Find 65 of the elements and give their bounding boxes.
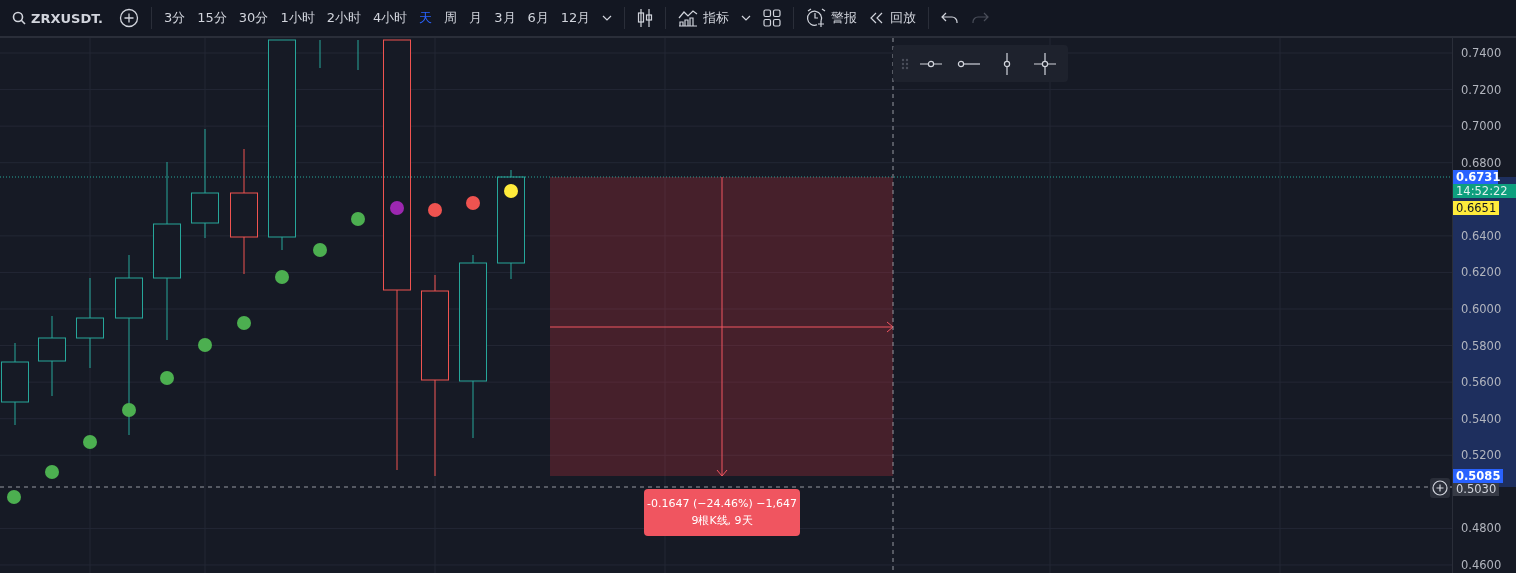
interval-tab[interactable]: 15分 — [191, 4, 233, 32]
interval-tab[interactable]: 30分 — [232, 4, 275, 32]
indicator-dot — [198, 338, 212, 352]
interval-tab[interactable]: 6月 — [521, 4, 555, 32]
price-tick-label: 0.5200 — [1461, 447, 1502, 464]
range-low-label: 0.5085 — [1453, 469, 1504, 483]
plus-circle-icon — [119, 8, 139, 28]
indicator-dot — [428, 203, 442, 217]
price-tick-label: 0.5600 — [1461, 374, 1502, 391]
indicator-dot — [313, 243, 327, 257]
price-tick-label: 0.5800 — [1461, 337, 1502, 354]
price-tick-label: 0.6000 — [1461, 301, 1502, 317]
chevron-down-icon — [602, 15, 613, 21]
indicator-dot — [466, 196, 480, 210]
indicator-dot — [83, 435, 97, 449]
indicator-dot — [7, 490, 21, 504]
price-tick-label: 0.7400 — [1461, 45, 1502, 61]
price-tick-label: 0.4800 — [1461, 520, 1502, 537]
candlestick-icon — [637, 8, 654, 28]
price-tick-label: 0.7000 — [1461, 118, 1502, 135]
price-change-text: -0.1647 (−24.46%) −1,647 — [647, 497, 797, 510]
bar-span-text: 9根K线, 9天 — [691, 513, 753, 528]
replay-button[interactable]: 回放 — [863, 4, 923, 32]
price-tick-label: 0.7200 — [1461, 81, 1502, 98]
interval-tab[interactable]: 月 — [463, 4, 489, 32]
price-tick-label: 0.6200 — [1461, 264, 1502, 281]
vertical-line-icon — [1003, 51, 1011, 76]
indicator-dot — [390, 201, 404, 215]
redo-icon — [971, 12, 990, 24]
interval-tab[interactable]: 1小时 — [274, 4, 321, 32]
indicator-dot — [237, 316, 251, 330]
interval-tab[interactable]: 2小时 — [320, 4, 367, 32]
plus-circle-icon — [1432, 480, 1448, 496]
chevron-down-icon — [741, 15, 752, 21]
drag-handle-icon[interactable] — [901, 57, 909, 70]
interval-tab[interactable]: 天 — [413, 4, 439, 32]
price-tick-label: 0.5400 — [1461, 410, 1502, 427]
interval-tab[interactable]: 3月 — [488, 4, 522, 32]
indicator-price-label: 0.6651 — [1453, 201, 1500, 215]
interval-tab[interactable]: 4小时 — [366, 4, 414, 32]
interval-tab[interactable]: 周 — [438, 4, 464, 32]
chart-bars-icon — [678, 9, 699, 27]
horizontal-line-icon — [919, 59, 943, 68]
indicators-button[interactable]: 指标 — [672, 4, 736, 32]
symbol-search-button[interactable]: ZRXUSDT. — [6, 4, 113, 32]
indicator-dot — [160, 371, 174, 385]
price-tick-label: 0.4600 — [1461, 556, 1502, 573]
grid-icon — [763, 9, 782, 27]
indicator-dot — [122, 403, 136, 417]
horizontal-ray-icon — [957, 59, 981, 68]
alarm-clock-icon — [806, 8, 827, 28]
undo-icon — [941, 12, 960, 24]
indicator-dot — [504, 184, 518, 198]
indicator-dot — [45, 465, 59, 479]
price-tick-label: 0.6400 — [1461, 227, 1502, 244]
price-tick-label: 0.6800 — [1461, 154, 1502, 171]
interval-tab[interactable]: 12月 — [554, 4, 597, 32]
alert-button[interactable]: 警报 — [800, 4, 864, 32]
indicator-dot — [275, 270, 289, 284]
countdown-label: 14:52:22 — [1453, 184, 1516, 198]
interval-tab[interactable]: 3分 — [158, 4, 192, 32]
search-icon — [12, 11, 26, 25]
crosshair-icon — [1033, 51, 1057, 76]
add-order-button[interactable] — [1430, 478, 1450, 498]
indicator-dot — [351, 212, 365, 226]
